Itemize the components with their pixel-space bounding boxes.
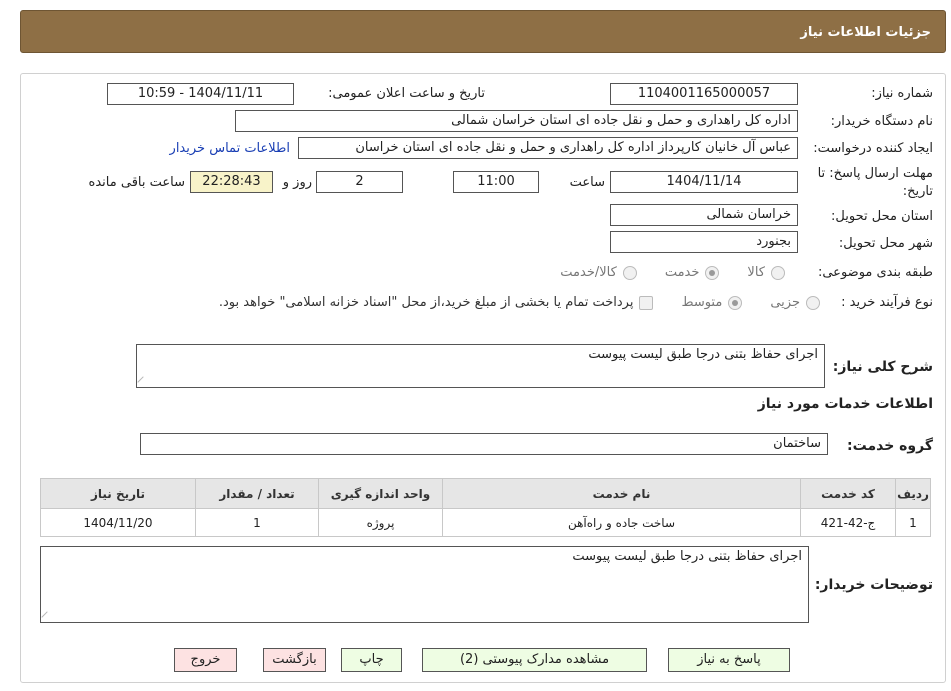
process-option-medium: متوسط — [681, 295, 723, 310]
cell-unit: پروژه — [318, 508, 443, 537]
resize-grip-icon[interactable] — [137, 376, 149, 388]
category-label: طبقه بندی موضوعی: — [817, 265, 933, 280]
category-radio-goods-service[interactable] — [622, 265, 637, 280]
buyer-notes-field[interactable]: اجرای حفاظ بتنی درجا طبق لیست پیوست — [40, 546, 809, 623]
requester-field: عباس آل خانیان کارپرداز اداره کل راهداری… — [298, 137, 798, 159]
days-label: روز و — [282, 175, 312, 190]
view-attachments-button[interactable]: مشاهده مدارک پیوستی (2) — [422, 648, 647, 672]
general-desc-field[interactable]: اجرای حفاظ بتنی درجا طبق لیست پیوست — [136, 344, 825, 388]
category-option-goods: کالا — [747, 265, 765, 280]
announce-label: تاریخ و ساعت اعلان عمومی: — [328, 86, 485, 101]
cell-quantity: 1 — [195, 508, 319, 537]
need-number-field: 1104001165000057 — [610, 83, 798, 105]
days-field: 2 — [316, 171, 403, 193]
remaining-timer: 22:28:43 — [190, 171, 273, 193]
category-radio-group: کالا خدمت کالا/خدمت — [554, 265, 785, 280]
need-number-label: شماره نیاز: — [871, 86, 933, 101]
process-label: نوع فرآیند خرید : — [841, 295, 933, 310]
city-field: بجنورد — [610, 231, 798, 253]
buyer-org-label: نام دستگاه خریدار: — [830, 114, 933, 129]
details-panel: شماره نیاز: 1104001165000057 تاریخ و ساع… — [20, 73, 946, 683]
back-button[interactable]: بازگشت — [263, 648, 326, 672]
page-title: جزئیات اطلاعات نیاز — [800, 25, 931, 40]
process-radio-minor[interactable] — [806, 295, 820, 310]
buyer-contact-link[interactable]: اطلاعات تماس خریدار — [170, 141, 290, 156]
treasury-payment-checkbox[interactable] — [639, 295, 654, 310]
payment-note: پرداخت تمام یا بخشی از مبلغ خرید،از محل … — [218, 295, 634, 310]
exit-button[interactable]: خروج — [174, 648, 237, 672]
col-header-service-code: کد خدمت — [800, 478, 896, 509]
category-option-service: خدمت — [664, 265, 700, 280]
city-label: شهر محل تحویل: — [838, 236, 933, 251]
process-radio-group: جزیی متوسط پرداخت تمام یا بخشی از مبلغ خ… — [213, 295, 820, 310]
cell-service-name: ساخت جاده و راه‌آهن — [442, 508, 801, 537]
province-label: استان محل تحویل: — [831, 209, 933, 224]
services-heading: اطلاعات خدمات مورد نیاز — [757, 396, 933, 412]
process-radio-medium[interactable] — [728, 295, 743, 310]
requester-label: ایجاد کننده درخواست: — [813, 141, 933, 156]
col-header-need-date: تاریخ نیاز — [40, 478, 196, 509]
category-option-goods-service: کالا/خدمت — [560, 265, 617, 280]
remaining-label: ساعت باقی مانده — [88, 175, 185, 190]
general-desc-text: اجرای حفاظ بتنی درجا طبق لیست پیوست — [588, 347, 818, 362]
category-radio-goods[interactable] — [771, 265, 785, 280]
announce-field: 1404/11/11 - 10:59 — [107, 83, 294, 105]
service-group-field: ساختمان — [140, 433, 828, 455]
col-header-quantity: تعداد / مقدار — [195, 478, 319, 509]
buyer-notes-label: توضیحات خریدار: — [814, 577, 933, 593]
page-header: جزئیات اطلاعات نیاز — [20, 10, 946, 53]
table-header-row: ردیف کد خدمت نام خدمت واحد اندازه گیری ت… — [40, 478, 931, 509]
cell-service-code: ج-42-421 — [800, 508, 896, 537]
buyer-org-field: اداره کل راهداری و حمل و نقل جاده ای است… — [235, 110, 798, 132]
resize-grip-icon[interactable] — [41, 611, 53, 623]
table-row: 1 ج-42-421 ساخت جاده و راه‌آهن پروژه 1 1… — [40, 508, 931, 537]
col-header-service-name: نام خدمت — [442, 478, 801, 509]
service-group-label: گروه خدمت: — [847, 438, 933, 454]
print-button[interactable]: چاپ — [341, 648, 402, 672]
province-field: خراسان شمالی — [610, 204, 798, 226]
deadline-label-date: تاریخ: — [902, 184, 933, 199]
col-header-unit: واحد اندازه گیری — [318, 478, 443, 509]
deadline-label: مهلت ارسال پاسخ: تا — [817, 166, 933, 181]
cell-row-number: 1 — [895, 508, 931, 537]
process-option-minor: جزیی — [770, 295, 800, 310]
deadline-time-field: 11:00 — [453, 171, 539, 193]
category-radio-service[interactable] — [705, 265, 720, 280]
reply-button[interactable]: پاسخ به نیاز — [668, 648, 790, 672]
buyer-notes-text: اجرای حفاظ بتنی درجا طبق لیست پیوست — [572, 549, 802, 564]
deadline-time-label: ساعت — [569, 175, 605, 190]
cell-need-date: 1404/11/20 — [40, 508, 196, 537]
deadline-date-field: 1404/11/14 — [610, 171, 798, 193]
col-header-row-number: ردیف — [895, 478, 931, 509]
general-desc-label: شرح کلی نیاز: — [832, 359, 933, 375]
services-table: ردیف کد خدمت نام خدمت واحد اندازه گیری ت… — [40, 478, 931, 537]
